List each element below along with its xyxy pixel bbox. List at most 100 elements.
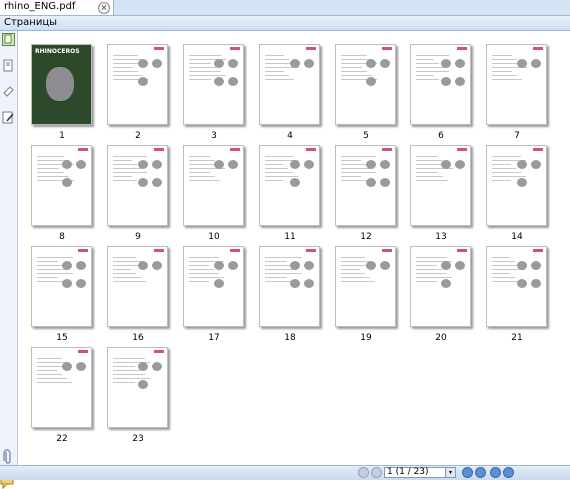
photo-thumbnail — [228, 261, 238, 270]
brand-logo — [230, 148, 240, 151]
page-thumbnail[interactable]: 8 — [18, 132, 93, 242]
photo-thumbnail — [152, 261, 162, 270]
pages-panel-icon[interactable] — [2, 33, 15, 46]
brand-logo — [78, 148, 88, 151]
text-line — [416, 67, 444, 68]
brand-logo — [533, 148, 543, 151]
page-thumbnail[interactable]: RHINOCEROS 1 — [18, 31, 93, 141]
text-line — [265, 257, 302, 258]
page-thumbnail[interactable]: 18 — [246, 233, 321, 343]
page-thumbnail[interactable]: 20 — [397, 233, 472, 343]
previous-page-icon[interactable] — [371, 467, 382, 478]
page-thumbnail[interactable]: 10 — [170, 132, 245, 242]
photo-thumbnail — [517, 261, 527, 270]
text-line — [341, 261, 370, 262]
last-page-icon[interactable] — [475, 467, 486, 478]
page-thumbnail[interactable]: 15 — [18, 233, 93, 343]
page-thumbnail[interactable]: 14 — [473, 132, 548, 242]
text-line — [341, 156, 376, 157]
page-number-field[interactable]: 1 (1 / 23) ▾ — [384, 467, 456, 478]
brand-logo — [154, 249, 164, 252]
text-line — [492, 281, 520, 282]
brand-logo — [457, 148, 467, 151]
page-thumbnail[interactable]: 6 — [397, 31, 472, 141]
page-thumbnail[interactable]: 2 — [94, 31, 169, 141]
text-line — [416, 277, 452, 278]
page-dropdown-icon[interactable]: ▾ — [445, 468, 455, 477]
attachments-icon[interactable] — [2, 85, 15, 98]
page-number-label: 23 — [132, 434, 144, 444]
page-thumbnail[interactable]: 12 — [322, 132, 397, 242]
page-thumbnail[interactable]: 5 — [322, 31, 397, 141]
page-thumbnail[interactable]: 4 — [246, 31, 321, 141]
page-thumbnail[interactable]: 7 — [473, 31, 548, 141]
document-tab-label: rhino_ENG.pdf — [4, 1, 76, 12]
page-thumbnail[interactable]: 17 — [170, 233, 245, 343]
next-page-icon[interactable] — [462, 467, 473, 478]
brand-logo — [230, 47, 240, 50]
text-line — [492, 180, 511, 181]
page-preview — [259, 246, 320, 327]
photo-thumbnail — [76, 160, 86, 169]
photo-thumbnail — [62, 279, 72, 288]
photo-thumbnail — [531, 160, 541, 169]
back-icon[interactable] — [490, 467, 501, 478]
text-line — [113, 269, 131, 270]
text-line — [492, 164, 511, 165]
page-thumbnail[interactable]: 21 — [473, 233, 548, 343]
text-line — [416, 281, 437, 282]
thumbnail-grid: RHINOCEROS 1 2 3 4 5 6 7 8 9 10 11 12 13 14 15 16 17 18 19 2… — [18, 31, 570, 465]
page-thumbnail[interactable]: 22 — [18, 334, 93, 444]
text-line — [341, 180, 366, 181]
page-thumbnail[interactable]: 3 — [170, 31, 245, 141]
text-line — [265, 168, 288, 169]
close-tab-icon[interactable]: × — [98, 2, 110, 14]
page-preview — [410, 44, 471, 125]
text-line — [265, 261, 287, 262]
text-line — [189, 176, 215, 177]
text-line — [113, 261, 141, 262]
photo-thumbnail — [152, 59, 162, 68]
text-line — [341, 281, 375, 282]
page-preview — [183, 145, 244, 226]
text-line — [416, 265, 437, 266]
text-line — [113, 366, 135, 367]
document-tab[interactable]: rhino_ENG.pdf × — [0, 0, 114, 15]
text-line — [113, 71, 138, 72]
photo-thumbnail — [366, 59, 376, 68]
text-line — [113, 168, 142, 169]
page-thumbnail[interactable]: 9 — [94, 132, 169, 242]
brand-logo — [533, 47, 543, 50]
text-line — [265, 277, 287, 278]
photo-thumbnail — [366, 160, 376, 169]
page-thumbnail[interactable]: 16 — [94, 233, 169, 343]
text-line — [492, 273, 510, 274]
page-thumbnail[interactable]: 11 — [246, 132, 321, 242]
photo-thumbnail — [152, 160, 162, 169]
photo-thumbnail — [441, 77, 451, 86]
text-line — [492, 168, 516, 169]
photo-thumbnail — [441, 261, 451, 270]
forward-icon[interactable] — [503, 467, 514, 478]
text-line — [416, 63, 439, 64]
page-thumbnail[interactable]: 23 — [94, 334, 169, 444]
text-line — [341, 172, 376, 173]
page-preview — [31, 246, 92, 327]
bookmarks-icon[interactable] — [2, 59, 15, 72]
text-line — [341, 277, 370, 278]
paperclip-icon[interactable] — [3, 449, 13, 465]
page-number-label: 18 — [284, 333, 296, 343]
text-line — [113, 257, 136, 258]
photo-thumbnail — [290, 279, 300, 288]
signatures-icon[interactable] — [2, 111, 15, 124]
photo-thumbnail — [455, 160, 465, 169]
page-thumbnail[interactable]: 13 — [397, 132, 472, 242]
page-thumbnail[interactable]: 19 — [322, 233, 397, 343]
photo-thumbnail — [380, 261, 390, 270]
first-page-icon[interactable] — [358, 467, 369, 478]
photo-thumbnail — [380, 59, 390, 68]
text-line — [492, 257, 510, 258]
page-preview — [107, 347, 168, 428]
text-line — [189, 257, 219, 258]
photo-thumbnail — [290, 160, 300, 169]
